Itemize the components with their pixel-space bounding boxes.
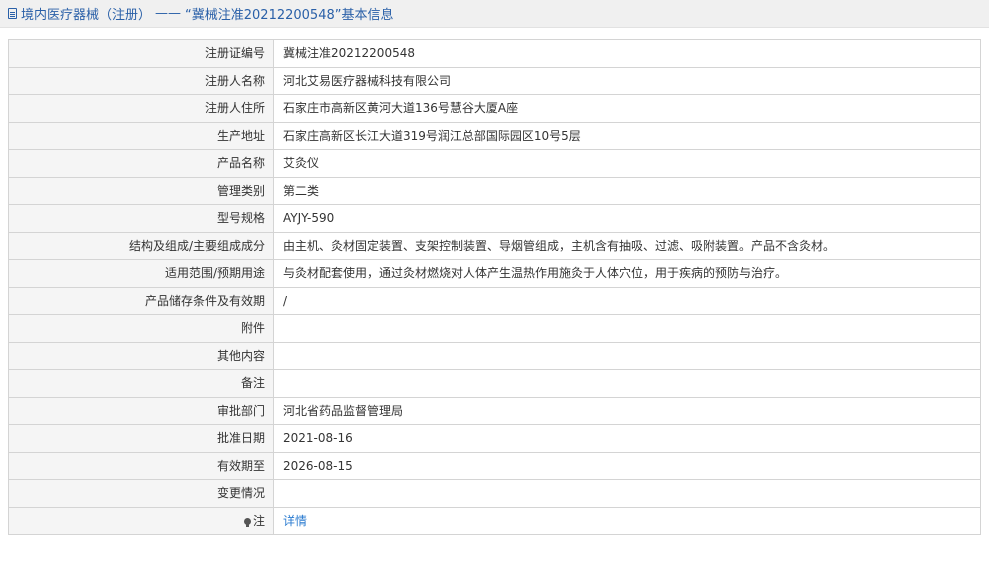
row-label-registration-number: 注册证编号	[8, 39, 274, 68]
row-value-storage-validity: /	[273, 286, 981, 315]
row-label-attachments: 附件	[8, 314, 274, 343]
table-row: 产品储存条件及有效期 /	[8, 286, 981, 315]
table-row-note: 注 详情	[8, 506, 981, 535]
row-value-product-name: 艾灸仪	[273, 149, 981, 178]
row-value-registrant-address: 石家庄市高新区黄河大道136号慧谷大厦A座	[273, 94, 981, 123]
row-value-approval-department: 河北省药品监督管理局	[273, 396, 981, 425]
row-value-approval-date: 2021-08-16	[273, 424, 981, 453]
info-table-container: 注册证编号 冀械注准20212200548 注册人名称 河北艾易医疗器械科技有限…	[8, 39, 981, 535]
info-table: 注册证编号 冀械注准20212200548 注册人名称 河北艾易医疗器械科技有限…	[8, 39, 981, 535]
row-label-approval-date: 批准日期	[8, 424, 274, 453]
row-value-structure-composition: 由主机、灸材固定装置、支架控制装置、导烟管组成，主机含有抽吸、过滤、吸附装置。产…	[273, 231, 981, 260]
table-row: 结构及组成/主要组成成分 由主机、灸材固定装置、支架控制装置、导烟管组成，主机含…	[8, 231, 981, 260]
row-value-management-class: 第二类	[273, 176, 981, 205]
table-row: 其他内容	[8, 341, 981, 370]
row-label-registrant-address: 注册人住所	[8, 94, 274, 123]
table-row: 注册证编号 冀械注准20212200548	[8, 39, 981, 68]
row-label-other-content: 其他内容	[8, 341, 274, 370]
row-label-management-class: 管理类别	[8, 176, 274, 205]
page-title-bar: 境内医疗器械（注册） —— “冀械注准20212200548”基本信息	[0, 0, 989, 28]
lightbulb-icon	[243, 517, 251, 527]
row-value-change-history	[273, 479, 981, 508]
table-row: 备注	[8, 369, 981, 398]
document-icon	[8, 8, 17, 19]
row-value-remarks	[273, 369, 981, 398]
row-value-registration-number: 冀械注准20212200548	[273, 39, 981, 68]
table-row: 产品名称 艾灸仪	[8, 149, 981, 178]
category-title: 境内医疗器械（注册）	[21, 8, 152, 23]
record-title: “冀械注准20212200548”基本信息	[185, 8, 394, 23]
row-value-model-spec: AYJY-590	[273, 204, 981, 233]
row-label-intended-use: 适用范围/预期用途	[8, 259, 274, 288]
row-label-production-address: 生产地址	[8, 121, 274, 150]
row-label-note: 注	[8, 506, 274, 535]
table-row: 生产地址 石家庄高新区长江大道319号润江总部国际园区10号5层	[8, 121, 981, 150]
table-row: 变更情况	[8, 479, 981, 508]
row-value-registrant-name: 河北艾易医疗器械科技有限公司	[273, 66, 981, 95]
row-label-model-spec: 型号规格	[8, 204, 274, 233]
table-row: 附件	[8, 314, 981, 343]
info-table-body: 注册证编号 冀械注准20212200548 注册人名称 河北艾易医疗器械科技有限…	[8, 39, 981, 535]
table-row: 管理类别 第二类	[8, 176, 981, 205]
row-value-intended-use: 与灸材配套使用，通过灸材燃烧对人体产生温热作用施灸于人体穴位，用于疾病的预防与治…	[273, 259, 981, 288]
row-label-change-history: 变更情况	[8, 479, 274, 508]
table-row: 适用范围/预期用途 与灸材配套使用，通过灸材燃烧对人体产生温热作用施灸于人体穴位…	[8, 259, 981, 288]
row-value-other-content	[273, 341, 981, 370]
row-value-note: 详情	[273, 506, 981, 535]
row-label-registrant-name: 注册人名称	[8, 66, 274, 95]
details-link[interactable]: 详情	[283, 514, 307, 528]
row-label-approval-department: 审批部门	[8, 396, 274, 425]
table-row: 型号规格 AYJY-590	[8, 204, 981, 233]
row-label-valid-until: 有效期至	[8, 451, 274, 480]
row-label-product-name: 产品名称	[8, 149, 274, 178]
table-row: 审批部门 河北省药品监督管理局	[8, 396, 981, 425]
row-label-structure-composition: 结构及组成/主要组成成分	[8, 231, 274, 260]
row-value-valid-until: 2026-08-15	[273, 451, 981, 480]
note-label-text: 注	[252, 513, 265, 528]
table-row: 注册人住所 石家庄市高新区黄河大道136号慧谷大厦A座	[8, 94, 981, 123]
table-row: 批准日期 2021-08-16	[8, 424, 981, 453]
table-row: 注册人名称 河北艾易医疗器械科技有限公司	[8, 66, 981, 95]
row-value-production-address: 石家庄高新区长江大道319号润江总部国际园区10号5层	[273, 121, 981, 150]
row-label-storage-validity: 产品储存条件及有效期	[8, 286, 274, 315]
title-separator: ——	[155, 6, 182, 21]
row-value-attachments	[273, 314, 981, 343]
table-row: 有效期至 2026-08-15	[8, 451, 981, 480]
row-label-remarks: 备注	[8, 369, 274, 398]
